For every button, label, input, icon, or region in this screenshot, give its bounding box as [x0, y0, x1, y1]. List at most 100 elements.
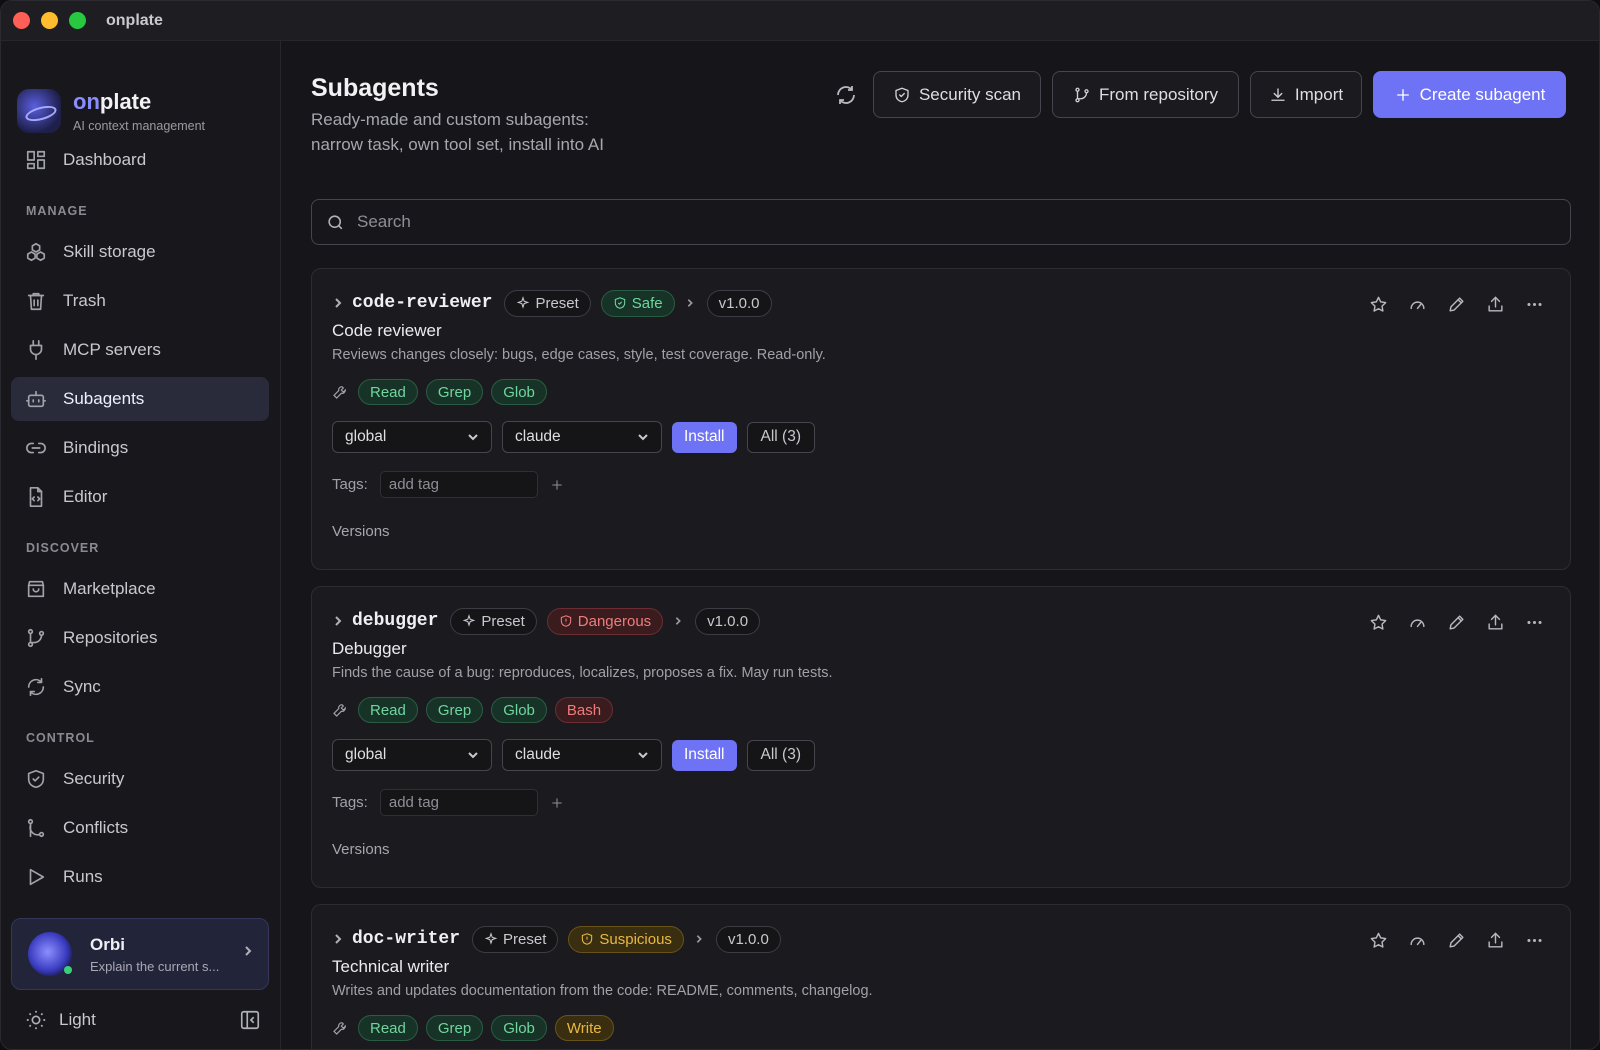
gauge-icon[interactable] — [1408, 613, 1427, 632]
status-badge: Safe — [600, 289, 675, 317]
pencil-icon[interactable] — [1447, 931, 1466, 950]
orbi-assistant-card[interactable]: Orbi Explain the current s... — [11, 918, 269, 990]
card-title: Debugger — [332, 639, 407, 658]
tool-badge: Bash — [554, 697, 614, 723]
gauge-icon[interactable] — [1408, 931, 1427, 950]
theme-toggle[interactable]: Light — [25, 1009, 96, 1031]
sidebar-item-label: MCP servers — [63, 340, 161, 359]
chevron-right-icon[interactable] — [332, 615, 344, 627]
more-icon[interactable] — [1525, 613, 1544, 632]
add-tag-input[interactable] — [379, 789, 538, 816]
sidebar-collapse-icon[interactable] — [239, 1009, 261, 1031]
git-branch-icon — [1075, 87, 1089, 102]
refresh-icon[interactable] — [834, 83, 858, 107]
version-badge[interactable]: v1.0.0 — [715, 925, 781, 953]
sidebar-item-security[interactable]: Security — [11, 757, 269, 801]
download-icon — [1271, 87, 1285, 101]
brand-subtitle: AI context management — [73, 119, 206, 133]
tool-list: Read Grep Glob Write — [332, 1015, 614, 1041]
preset-label: Preset — [535, 294, 579, 312]
preset-label: Preset — [503, 930, 547, 948]
from-repository-button[interactable]: From repository — [1052, 71, 1239, 118]
sidebar-item-editor[interactable]: Editor — [11, 475, 269, 519]
chevron-down-icon — [638, 434, 648, 441]
scope-select[interactable]: global — [332, 739, 492, 771]
sidebar-item-repositories[interactable]: Repositories — [11, 616, 269, 660]
tags-row: Tags: — [332, 471, 564, 498]
sidebar-item-mcp-servers[interactable]: MCP servers — [11, 328, 269, 372]
install-all-button[interactable]: All (3) — [746, 421, 815, 453]
minimize-window-button[interactable] — [41, 12, 58, 29]
star-icon[interactable] — [1369, 613, 1388, 632]
security-scan-button[interactable]: Security scan — [873, 71, 1041, 118]
subagent-card-doc-writer: doc-writer Preset Suspicious v1.0.0 Tech… — [311, 904, 1571, 1049]
install-all-button[interactable]: All (3) — [746, 739, 815, 771]
create-subagent-button[interactable]: Create subagent — [1373, 71, 1566, 118]
sidebar-item-label: Security — [63, 769, 125, 788]
chevron-right-icon[interactable] — [332, 933, 344, 945]
git-merge-icon — [27, 818, 45, 838]
preset-badge: Preset — [450, 607, 537, 635]
chevron-right-icon[interactable] — [332, 297, 344, 309]
tool-badge: Glob — [491, 379, 547, 405]
sidebar-item-dashboard[interactable]: Dashboard — [11, 138, 269, 182]
install-button[interactable]: Install — [672, 421, 737, 453]
card-description: Writes and updates documentation from th… — [332, 983, 873, 999]
target-select[interactable]: claude — [502, 739, 662, 771]
star-icon[interactable] — [1369, 931, 1388, 950]
sparkles-icon — [484, 932, 498, 945]
shield-check-icon — [614, 297, 625, 309]
gauge-icon[interactable] — [1408, 295, 1427, 314]
title-bar: onplate — [1, 1, 1599, 41]
dashboard-icon — [26, 150, 46, 170]
pencil-icon[interactable] — [1447, 613, 1466, 632]
sidebar-item-bindings[interactable]: Bindings — [11, 426, 269, 470]
status-label: Suspicious — [599, 930, 672, 948]
sidebar-item-conflicts[interactable]: Conflicts — [11, 806, 269, 850]
plus-icon[interactable] — [550, 796, 564, 810]
add-tag-input[interactable] — [379, 471, 538, 498]
more-icon[interactable] — [1525, 931, 1544, 950]
tags-label: Tags: — [332, 794, 368, 811]
sidebar-item-label: Trash — [63, 291, 106, 310]
versions-toggle[interactable]: Versions — [332, 841, 390, 858]
sidebar-item-sync[interactable]: Sync — [11, 665, 269, 709]
close-window-button[interactable] — [13, 12, 30, 29]
agent-id: debugger — [352, 611, 439, 631]
status-label: Dangerous — [577, 612, 652, 630]
share-icon[interactable] — [1486, 931, 1505, 950]
zoom-window-button[interactable] — [69, 12, 86, 29]
card-actions — [1369, 295, 1544, 314]
chevron-right-icon — [696, 935, 702, 943]
scope-select[interactable]: global — [332, 421, 492, 453]
plus-icon[interactable] — [550, 478, 564, 492]
share-icon[interactable] — [1486, 613, 1505, 632]
sidebar-item-label: Runs — [63, 867, 103, 886]
sparkles-icon — [463, 614, 476, 627]
pencil-icon[interactable] — [1447, 295, 1466, 314]
import-button[interactable]: Import — [1250, 71, 1362, 118]
more-icon[interactable] — [1525, 295, 1544, 314]
bot-icon — [26, 390, 46, 408]
sidebar-item-marketplace[interactable]: Marketplace — [11, 567, 269, 611]
target-select[interactable]: claude — [502, 421, 662, 453]
versions-toggle[interactable]: Versions — [332, 523, 390, 540]
create-subagent-label: Create subagent — [1419, 84, 1546, 104]
play-icon — [29, 868, 45, 886]
sun-icon — [26, 1010, 46, 1030]
sidebar-item-runs[interactable]: Runs — [11, 855, 269, 899]
install-button[interactable]: Install — [672, 739, 737, 771]
version-badge[interactable]: v1.0.0 — [706, 289, 772, 317]
chevron-right-icon — [245, 946, 252, 956]
card-description: Finds the cause of a bug: reproduces, lo… — [332, 665, 833, 681]
sidebar-item-skill-storage[interactable]: Skill storage — [11, 230, 269, 274]
version-badge[interactable]: v1.0.0 — [695, 607, 761, 635]
nav-section-control: CONTROL — [26, 731, 95, 745]
sidebar-item-subagents[interactable]: Subagents — [11, 377, 269, 421]
star-icon[interactable] — [1369, 295, 1388, 314]
share-icon[interactable] — [1486, 295, 1505, 314]
brand-logo-icon — [17, 89, 61, 133]
sidebar-item-trash[interactable]: Trash — [11, 279, 269, 323]
search-input[interactable] — [357, 212, 1457, 232]
boxes-icon — [26, 242, 46, 262]
